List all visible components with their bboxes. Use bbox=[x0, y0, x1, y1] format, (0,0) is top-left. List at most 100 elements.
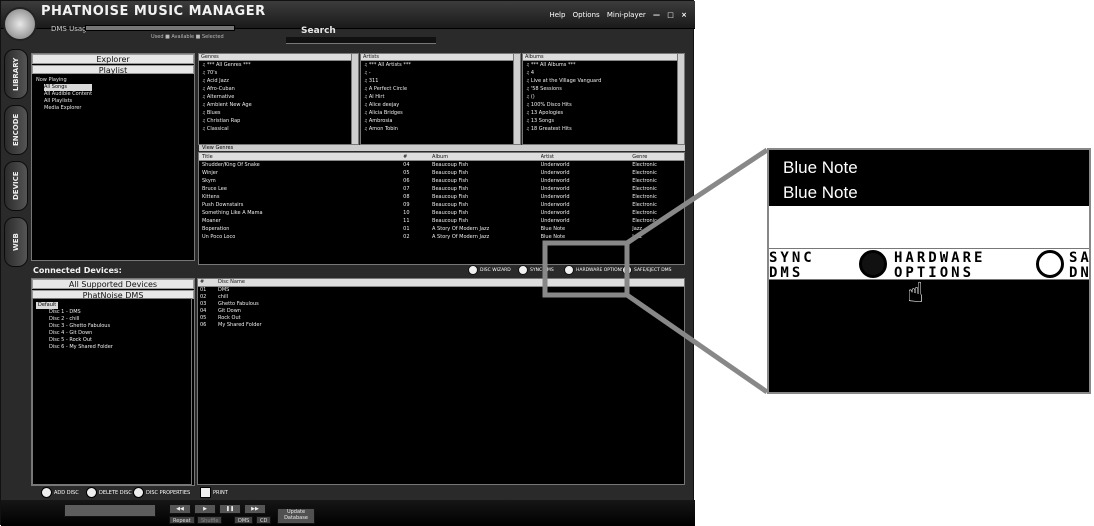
column-disc-name[interactable]: Disc Name bbox=[210, 279, 245, 286]
help-link[interactable]: Help bbox=[549, 11, 565, 19]
dms-button[interactable]: DMS bbox=[234, 516, 254, 524]
options-link[interactable]: Options bbox=[573, 11, 600, 19]
genres-list[interactable]: Genres *** All Genres *** 70's Acid Jazz… bbox=[198, 53, 359, 145]
table-row[interactable]: Kittens 08 Beaucoup Fish Underworld Electron… bbox=[199, 193, 684, 201]
zoom-gear-icon[interactable] bbox=[859, 250, 887, 278]
tab-encode[interactable]: ENCODE bbox=[4, 105, 28, 155]
maximize-icon[interactable]: □ bbox=[667, 11, 674, 19]
list-item[interactable]: 13 Apologies bbox=[523, 109, 684, 117]
artists-list[interactable]: Artists *** All Artists *** - 311 A Perf… bbox=[360, 53, 521, 145]
table-row[interactable]: Moaner 11 Beaucoup Fish Underworld Electroni… bbox=[199, 217, 684, 225]
table-row[interactable]: 04 Git Down bbox=[198, 308, 684, 315]
tree-all-playlists[interactable]: All Playlists bbox=[44, 98, 92, 105]
tab-library[interactable]: LIBRARY bbox=[4, 49, 28, 99]
list-item[interactable]: *** All Genres *** bbox=[199, 61, 358, 69]
list-item[interactable]: - bbox=[361, 69, 520, 77]
table-row[interactable]: Push Downstairs 09 Beaucoup Fish Underworld… bbox=[199, 201, 684, 209]
pause-button[interactable]: ❚❚ bbox=[219, 504, 241, 514]
list-item[interactable]: Christian Rap bbox=[199, 117, 358, 125]
shuffle-button[interactable]: Shuffle bbox=[197, 516, 223, 524]
table-row[interactable]: 01 DMS bbox=[198, 287, 684, 294]
disc-wizard-button[interactable]: DISC WIZARD bbox=[468, 265, 511, 275]
table-row[interactable]: 02 chill bbox=[198, 294, 684, 301]
genres-scrollbar[interactable] bbox=[351, 54, 358, 144]
safe-eject-button[interactable]: SAFE/EJECT DMS bbox=[622, 265, 672, 275]
list-item[interactable]: 70's bbox=[199, 69, 358, 77]
list-item[interactable]: *** All Artists *** bbox=[361, 61, 520, 69]
list-item[interactable]: Ambrosia bbox=[361, 117, 520, 125]
list-item[interactable]: *** All Albums *** bbox=[523, 61, 684, 69]
artists-header[interactable]: Artists bbox=[361, 54, 520, 61]
minimize-icon[interactable]: — bbox=[653, 11, 660, 19]
tree-media-explorer[interactable]: Media Explorer bbox=[44, 105, 92, 112]
repeat-button[interactable]: Repeat bbox=[169, 516, 195, 524]
column-title[interactable]: Title bbox=[199, 153, 403, 160]
list-item[interactable]: A Perfect Circle bbox=[361, 85, 520, 93]
list-item[interactable]: Alice deejay bbox=[361, 101, 520, 109]
table-row[interactable]: Skym 06 Beaucoup Fish Underworld Electronic bbox=[199, 177, 684, 185]
genres-header[interactable]: Genres bbox=[199, 54, 358, 61]
table-row[interactable]: Something Like A Mama 10 Beaucoup Fish Unde… bbox=[199, 209, 684, 217]
list-item[interactable]: () bbox=[523, 93, 684, 101]
tree-now-playing[interactable]: Now Playing bbox=[36, 77, 92, 84]
list-item[interactable]: 13 Songs bbox=[523, 117, 684, 125]
previous-button[interactable]: ◀◀ bbox=[169, 504, 191, 514]
tree-disc-2[interactable]: Disc 2 - chill bbox=[49, 316, 191, 323]
play-button[interactable]: ▶ bbox=[194, 504, 216, 514]
next-button[interactable]: ▶▶ bbox=[244, 504, 266, 514]
list-item[interactable]: 311 bbox=[361, 77, 520, 85]
tree-default[interactable]: Default bbox=[36, 302, 59, 309]
close-icon[interactable]: × bbox=[681, 11, 687, 19]
table-row[interactable]: Boperation 01 A Story Of Modern Jazz Blue N… bbox=[199, 225, 684, 233]
tree-disc-5[interactable]: Disc 5 - Rock Out bbox=[49, 337, 191, 344]
albums-scrollbar[interactable] bbox=[677, 54, 684, 144]
table-row[interactable]: 03 Ghetto Fabulous bbox=[198, 301, 684, 308]
tree-disc-1[interactable]: Disc 1 - DMS bbox=[49, 309, 191, 316]
column-genre[interactable]: Genre bbox=[632, 153, 684, 160]
tree-all-songs[interactable]: All Songs bbox=[44, 84, 93, 91]
sync-dms-button[interactable]: SYNC DMS bbox=[518, 265, 554, 275]
cd-button[interactable]: CD bbox=[256, 516, 272, 524]
view-genres-toggle[interactable]: View Genres bbox=[199, 145, 685, 151]
list-item[interactable]: Al Hirt bbox=[361, 93, 520, 101]
mini-player-link[interactable]: Mini-player bbox=[607, 11, 646, 19]
column-number[interactable]: # bbox=[403, 153, 432, 160]
tree-disc-3[interactable]: Disc 3 - Ghetto Fabulous bbox=[49, 323, 191, 330]
list-item[interactable]: Ambient New Age bbox=[199, 101, 358, 109]
hardware-options-button[interactable]: HARDWARE OPTIONS bbox=[564, 265, 624, 275]
list-item[interactable]: Classical bbox=[199, 125, 358, 133]
column-album[interactable]: Album bbox=[432, 153, 541, 160]
table-row[interactable]: 05 Rock Out bbox=[198, 315, 684, 322]
zoom-hardware-top[interactable]: HARDWARE bbox=[894, 250, 985, 266]
tab-device[interactable]: DEVICE bbox=[4, 161, 28, 211]
tree-all-audible-content[interactable]: All Audible Content bbox=[44, 91, 92, 98]
list-item[interactable]: 4 bbox=[523, 69, 684, 77]
albums-header[interactable]: Albums bbox=[523, 54, 684, 61]
update-database-button[interactable]: Update Database bbox=[277, 508, 315, 524]
tab-web[interactable]: WEB bbox=[4, 217, 28, 267]
delete-disc-button[interactable]: DELETE DISC bbox=[86, 487, 132, 498]
list-item[interactable]: 18 Greatest Hits bbox=[523, 125, 684, 133]
list-item[interactable]: Acid Jazz bbox=[199, 77, 358, 85]
print-button[interactable]: PRINT bbox=[200, 487, 228, 498]
artists-scrollbar[interactable] bbox=[513, 54, 520, 144]
add-disc-button[interactable]: ADD DISC bbox=[41, 487, 79, 498]
list-item[interactable]: Alicia Bridges bbox=[361, 109, 520, 117]
list-item[interactable]: Alternative bbox=[199, 93, 358, 101]
list-item[interactable]: '58 Sessions bbox=[523, 85, 684, 93]
list-item[interactable]: Amon Tobin bbox=[361, 125, 520, 133]
tree-disc-6[interactable]: Disc 6 - My Shared Folder bbox=[49, 344, 191, 351]
table-row[interactable]: Shudder/King Of Snake 04 Beaucoup Fish Unde… bbox=[199, 161, 684, 169]
table-row[interactable]: Bruce Lee 07 Beaucoup Fish Underworld Electr… bbox=[199, 185, 684, 193]
disc-properties-button[interactable]: DISC PROPERTIES bbox=[133, 487, 190, 498]
table-row[interactable]: Winjer 05 Beaucoup Fish Underworld Electroni… bbox=[199, 169, 684, 177]
tree-disc-4[interactable]: Disc 4 - Git Down bbox=[49, 330, 191, 337]
column-disc-number[interactable]: # bbox=[198, 279, 210, 286]
list-item[interactable]: 100% Disco Hits bbox=[523, 101, 684, 109]
column-artist[interactable]: Artist bbox=[541, 153, 633, 160]
table-row[interactable]: Un Poco Loco 02 A Story Of Modern Jazz Blue… bbox=[199, 233, 684, 241]
list-item[interactable]: Live at the Village Vanguard bbox=[523, 77, 684, 85]
list-item[interactable]: Blues bbox=[199, 109, 358, 117]
albums-list[interactable]: Albums *** All Albums *** 4 Live at the … bbox=[522, 53, 685, 145]
zoom-eject-icon[interactable] bbox=[1036, 250, 1064, 278]
